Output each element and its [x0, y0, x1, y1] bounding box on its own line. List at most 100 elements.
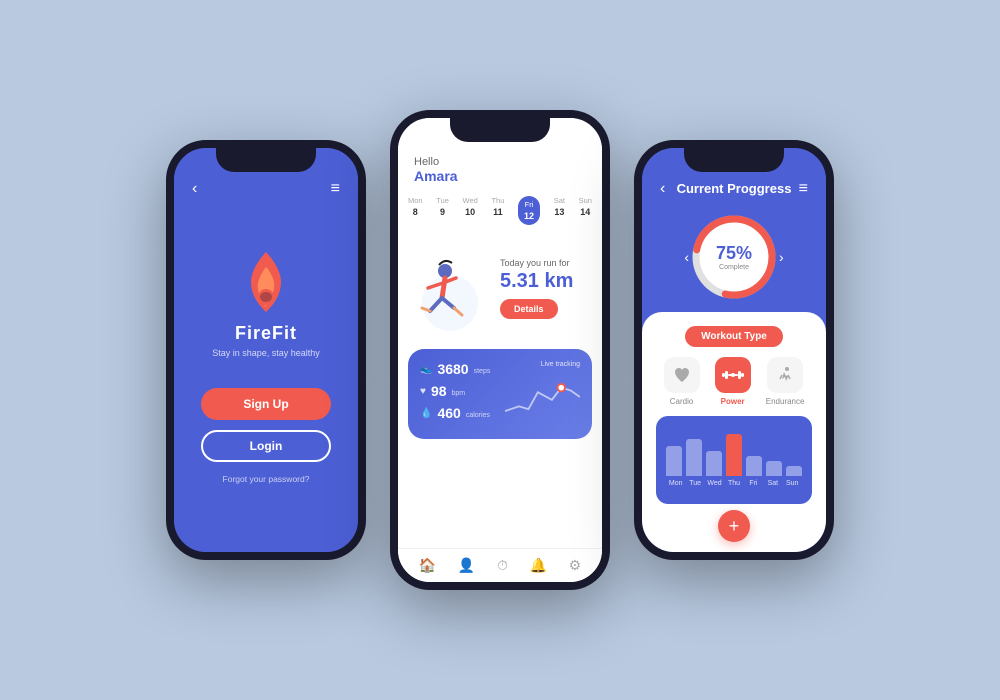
progress-percent-display: 75% Complete: [716, 243, 752, 271]
steps-unit: steps: [474, 368, 491, 375]
bars-row: [666, 426, 802, 476]
day-num-tue: 9: [440, 207, 445, 217]
phones-container: ‹ ≡ FireFit Stay in shape, stay healthy …: [166, 110, 834, 590]
app-name: FireFit: [235, 323, 297, 344]
progress-next[interactable]: ›: [779, 249, 784, 265]
workout-card: Workout Type Cardio: [642, 312, 826, 552]
runner-illustration: [410, 243, 490, 333]
bar-sat-fill: [766, 461, 782, 476]
day-sun[interactable]: Sun 14: [579, 196, 592, 225]
day-fri[interactable]: Fri 12: [518, 196, 540, 225]
day-mon[interactable]: Mon 8: [408, 196, 423, 225]
bar-sat: [766, 426, 782, 476]
day-label-sun: Sun: [579, 196, 592, 205]
bpm-stat: ♥ 98 bpm: [420, 383, 495, 399]
live-tracking-label: Live tracking: [505, 361, 580, 368]
day-label-sat: Sat: [554, 196, 565, 205]
run-section: Today you run for 5.31 km Details: [398, 233, 602, 343]
cardio-icon-box: [664, 357, 700, 393]
bar-fri-fill: [746, 456, 762, 476]
day-label-thu: Thu: [491, 196, 504, 205]
forgot-password-link[interactable]: Forgot your password?: [223, 474, 310, 484]
calories-value: 460: [437, 405, 460, 421]
endurance-icon: [775, 365, 795, 385]
phone-login: ‹ ≡ FireFit Stay in shape, stay healthy …: [166, 140, 366, 560]
nav-notifications[interactable]: 🔔: [530, 557, 547, 574]
nav-timer[interactable]: ⏱: [497, 557, 508, 574]
percent-number: 75%: [716, 243, 752, 264]
day-num-fri: 12: [524, 211, 534, 221]
bar-thu: [726, 426, 742, 476]
bar-label-thu: Thu: [724, 480, 743, 487]
bar-sun-fill: [786, 466, 802, 476]
details-button[interactable]: Details: [500, 299, 558, 319]
fab-button[interactable]: +: [718, 510, 750, 542]
heart-icon: ♥: [420, 386, 426, 397]
bpm-value: 98: [431, 383, 447, 399]
endurance-icon-box: [767, 357, 803, 393]
bar-chart: Mon Tue Wed Thu Fri Sat Sun: [656, 416, 812, 504]
workout-cardio[interactable]: Cardio: [664, 357, 700, 406]
bar-mon: [666, 426, 682, 476]
steps-stat: 👟 3680 steps: [420, 361, 495, 377]
login-button[interactable]: Login: [201, 430, 331, 462]
notch-1: [216, 148, 316, 172]
phone3-header: ‹ ≡: [642, 180, 826, 198]
menu-icon[interactable]: ≡: [331, 180, 340, 198]
signup-button[interactable]: Sign Up: [201, 388, 331, 420]
day-label-wed: Wed: [463, 196, 478, 205]
bar-label-sun: Sun: [783, 480, 802, 487]
workout-power[interactable]: Power: [715, 357, 751, 406]
app-logo: [236, 247, 296, 317]
week-calendar: Mon 8 Tue 9 Wed 10 Thu 11 Fri 12: [398, 188, 602, 233]
user-name: Amara: [414, 168, 586, 184]
run-label: Today you run for: [500, 258, 590, 268]
app-tagline: Stay in shape, stay healthy: [212, 348, 320, 358]
run-distance: 5.31 km: [500, 270, 590, 293]
endurance-label: Endurance: [766, 397, 805, 406]
phone3-inner: ‹ ≡ Current Proggress ‹ 75% Complete: [642, 148, 826, 552]
bar-sun: [786, 426, 802, 476]
notch-2: [450, 118, 550, 142]
bar-wed: [706, 426, 722, 476]
calories-icon: 💧: [420, 408, 432, 419]
notch-3: [684, 148, 784, 172]
day-num-sat: 13: [554, 207, 564, 217]
phone2-inner: Hello Amara Mon 8 Tue 9 Wed 10 Thu: [398, 118, 602, 582]
workout-type-badge: Workout Type: [685, 326, 783, 347]
day-label-fri: Fri: [525, 200, 534, 209]
bpm-unit: bpm: [452, 390, 466, 397]
day-wed[interactable]: Wed 10: [463, 196, 478, 225]
bar-wed-fill: [706, 451, 722, 476]
bar-mon-fill: [666, 446, 682, 476]
bar-tue-fill: [686, 439, 702, 477]
day-tue[interactable]: Tue 9: [436, 196, 449, 225]
stats-right: Live tracking: [505, 361, 580, 427]
nav-profile[interactable]: 👤: [458, 557, 475, 574]
day-sat[interactable]: Sat 13: [554, 196, 565, 225]
calories-unit: calories: [466, 412, 490, 419]
back-icon[interactable]: ‹: [192, 180, 197, 198]
bar-label-tue: Tue: [685, 480, 704, 487]
steps-value: 3680: [437, 361, 468, 377]
phone3-menu-icon[interactable]: ≡: [799, 180, 808, 198]
day-thu[interactable]: Thu 11: [491, 196, 504, 225]
power-icon-box: [715, 357, 751, 393]
workout-endurance[interactable]: Endurance: [766, 357, 805, 406]
bar-labels: Mon Tue Wed Thu Fri Sat Sun: [666, 480, 802, 487]
stats-left: 👟 3680 steps ♥ 98 bpm 💧 460 calories: [420, 361, 495, 427]
tracking-chart: [505, 372, 580, 422]
phone1-inner: ‹ ≡ FireFit Stay in shape, stay healthy …: [174, 148, 358, 552]
bar-tue: [686, 426, 702, 476]
bottom-navigation: 🏠 👤 ⏱ 🔔 ⚙: [398, 548, 602, 582]
percent-label: Complete: [716, 264, 752, 271]
day-num-wed: 10: [465, 207, 475, 217]
phone3-back-icon[interactable]: ‹: [660, 180, 665, 198]
progress-ring: 75% Complete: [689, 212, 779, 302]
day-label-tue: Tue: [436, 196, 449, 205]
nav-settings[interactable]: ⚙: [569, 557, 582, 574]
bar-label-mon: Mon: [666, 480, 685, 487]
phone-dashboard: Hello Amara Mon 8 Tue 9 Wed 10 Thu: [390, 110, 610, 590]
phone1-header: ‹ ≡: [174, 180, 358, 198]
nav-home[interactable]: 🏠: [419, 557, 436, 574]
